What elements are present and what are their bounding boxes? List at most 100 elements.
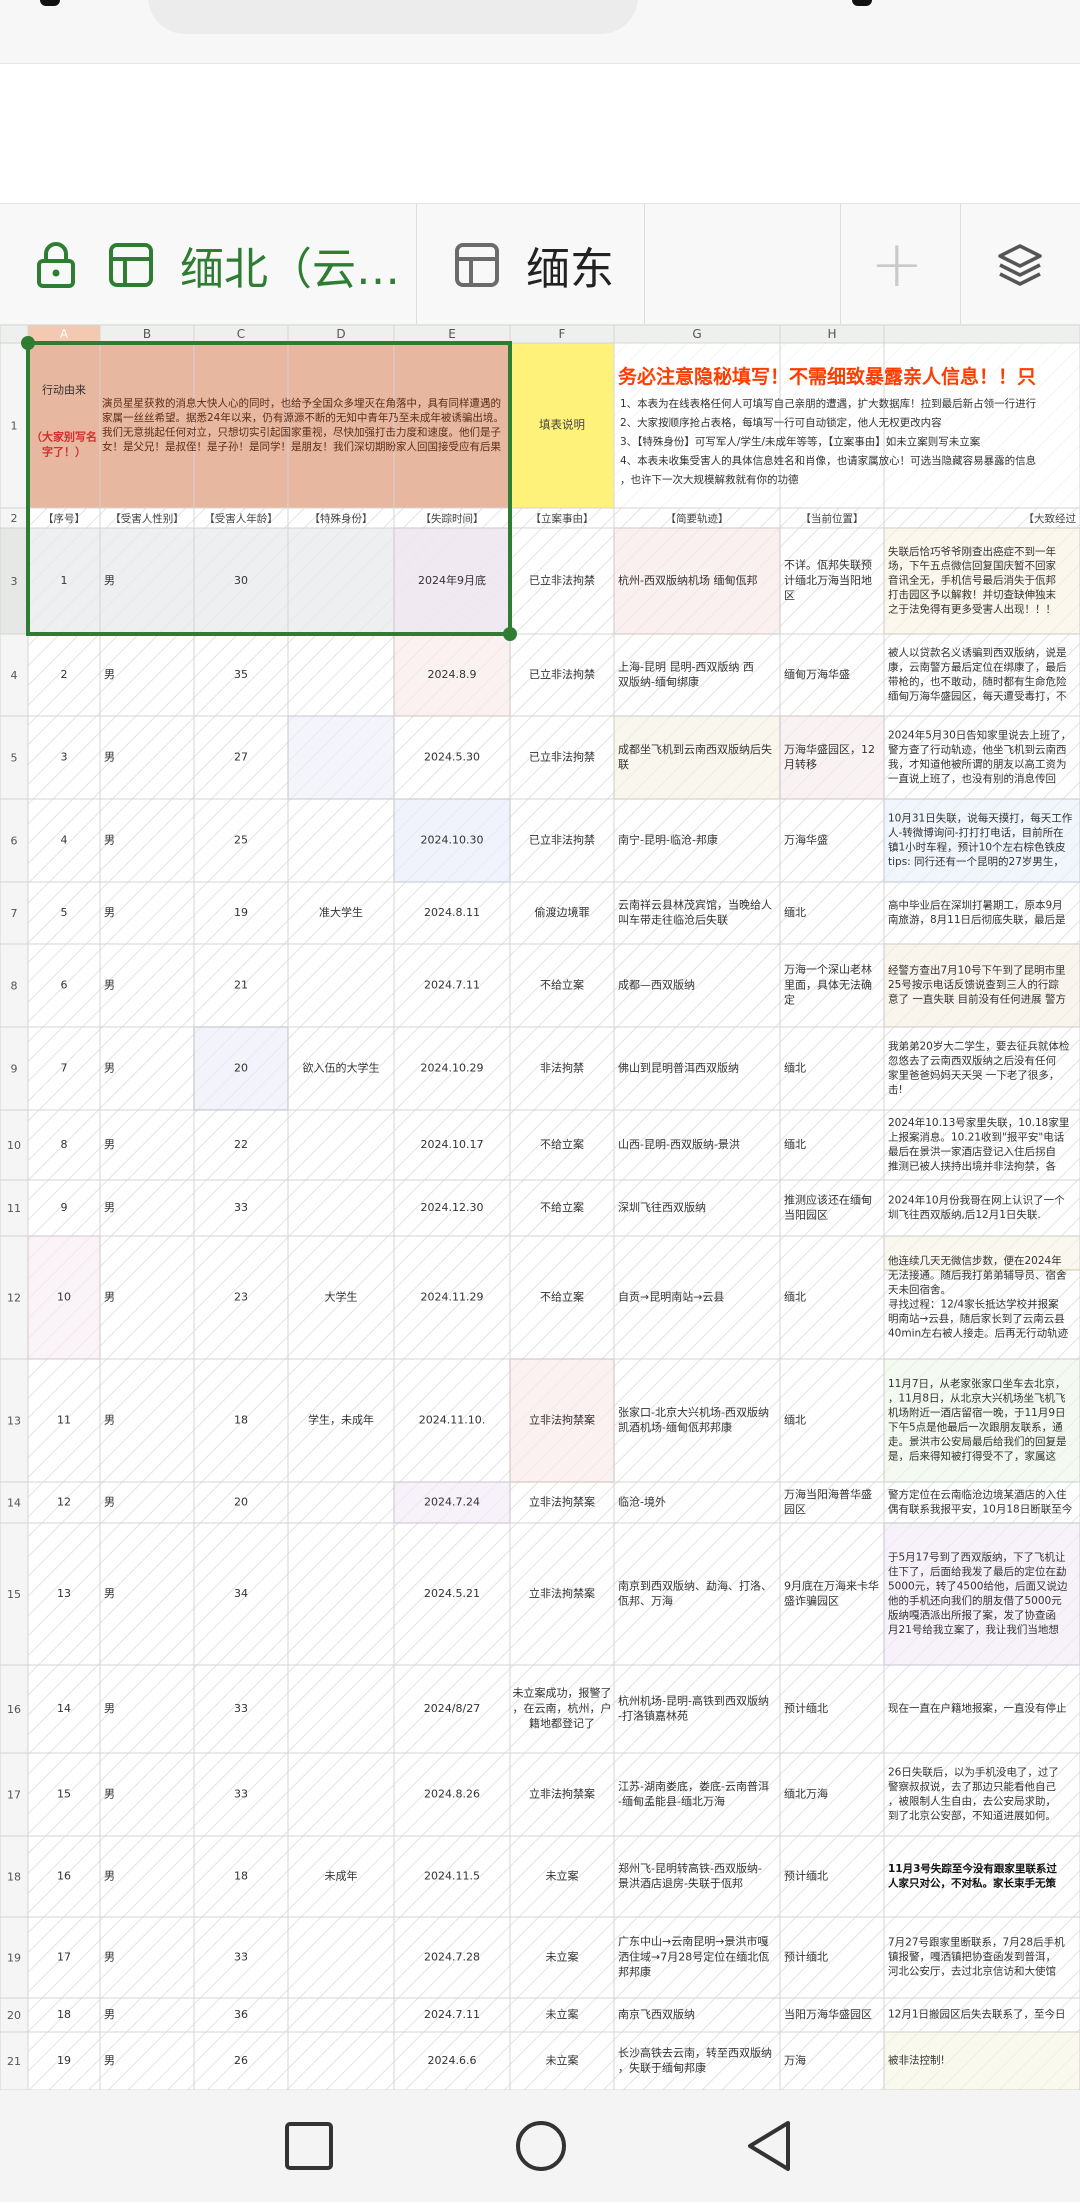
cell-sex: 男 (104, 750, 115, 763)
cell-sex: 男 (104, 1201, 115, 1214)
cell-location: 盛诈骗园区 (784, 1593, 839, 1607)
cell-missing-time: 2024年9月底 (418, 573, 486, 587)
cell-details: 场，下午五点微信回复国庆暂不回家 (888, 559, 1056, 572)
cell-location: 里面，具体无法确 (784, 977, 872, 991)
cell-serial: 11 (57, 1413, 71, 1426)
cell-age: 35 (234, 668, 248, 681)
row-number: 2 (11, 512, 18, 525)
cell-track: 叫车带走往临沧后失联 (618, 912, 728, 926)
instruction-line: ，也许下一次大规模解救就有你的功德 (620, 473, 799, 486)
cell-sex: 男 (104, 1061, 115, 1074)
cell-location: 不详。佤邦失联预 (784, 558, 872, 572)
layers-button[interactable] (996, 204, 1044, 326)
cell-sex: 男 (104, 2054, 115, 2067)
cell-missing-time: 2024.5.30 (424, 750, 480, 763)
column-header-letter: H (827, 327, 836, 341)
cell-case-status: 籍地都登记了 (529, 1716, 595, 1730)
cell-track: 南宁-昆明-临沧-邦康 (618, 832, 718, 846)
cell-location: 定 (784, 993, 795, 1007)
cell-details: 他连续几天无微信步数，便在2024年 (888, 1254, 1062, 1267)
cell-missing-time: 2024.8.26 (424, 1787, 480, 1800)
cell-serial: 4 (61, 833, 68, 846)
cell-track: 长沙高铁去云南，转至西双版纳 (618, 2045, 772, 2059)
selection-handle-top[interactable] (21, 336, 35, 350)
grid-icon (455, 243, 499, 287)
cell-serial: 8 (61, 1138, 68, 1151)
cell-location: 缅北 (784, 905, 806, 919)
cell-details: 打击园区予以解救！并切查缺伸独末 (888, 588, 1056, 601)
cell-track: 张家口-北京大兴机场-西双版纳 (618, 1405, 769, 1419)
cell-sex: 男 (104, 1290, 115, 1303)
cell-details: 无法接通。随后我打弟弟辅导员、宿舍 (888, 1268, 1067, 1281)
cell-details: 失联后恰巧爷爷刚查出癌症不到一年 (888, 545, 1056, 558)
cell-missing-time: 2024.7.11 (424, 2008, 480, 2021)
row-number: 1 (11, 420, 18, 433)
cell-details: 5000元，转了4500给他，后面又说边 (888, 1579, 1068, 1592)
spreadsheet-grid[interactable]: A B C D E F G H 1 2 3 4 5 6 7 8 9 10 11 12 13 14 15 16 17 18 19 20 2… (0, 325, 1080, 2090)
recent-apps-button[interactable] (285, 2122, 333, 2170)
cell-track: ，失联于缅甸邦康 (618, 2060, 706, 2074)
lock-icon (37, 242, 75, 288)
cell-details: 我，才知道他被所谓的朋友以高工资为 (888, 757, 1067, 770)
cell-track: 佛山到昆明普洱西双版纳 (618, 1060, 739, 1074)
cell-details: 南旅游，8月11日后彻底失联，最后是 (888, 913, 1066, 926)
cell-sex: 男 (104, 1587, 115, 1600)
cell-details: 警方查了行动轨迹，他坐飞机到云南西 (888, 743, 1067, 756)
cell-track: 洒住域→7月28号定位在缅北佤 (618, 1949, 769, 1963)
cell-location: 缅甸万海华盛 (784, 667, 850, 681)
highlighted-cell[interactable] (613, 715, 781, 800)
header-note-sublabel: （大家别写名 (31, 429, 97, 443)
cell-location: 缅北 (784, 1060, 806, 1074)
instruction-line: 2、大家按顺序抢占表格，每填写一行可自动锁定，他人无权更改内容 (620, 416, 942, 429)
header-note-text: 我们无意挑起任何对立，只想切实引起国家重视，尽快加强打击力度和速度。他们是子 (102, 425, 501, 438)
cell-age: 19 (234, 906, 248, 919)
cell-age: 26 (234, 2054, 248, 2067)
cell-track: 杭州机场-昆明-高铁到西双版纳 (618, 1693, 769, 1707)
cell-age: 18 (234, 1413, 248, 1426)
cell-details: 于5月17号到了西双版纳，下了飞机让 (888, 1551, 1066, 1564)
add-sheet-button[interactable]: + (870, 204, 924, 326)
cell-track: 广东中山→云南昆明→景洪市嘎 (618, 1934, 768, 1948)
search-pill[interactable] (148, 0, 638, 34)
column-title: 【当前位置】 (801, 512, 864, 525)
cell-location: 预计缅北 (784, 1949, 828, 1963)
highlighted-cell[interactable] (287, 715, 395, 800)
cell-details: ，被限制人生自由，去公安局求助， (888, 1794, 1056, 1807)
cell-sex: 男 (104, 978, 115, 991)
header-note-text: 家属一丝丝希望。据悉24年以来，仍有源源不断的无知中青年乃至未成年被诱骗出境。 (102, 411, 504, 424)
row-number: 9 (11, 1063, 18, 1076)
cell-track: 联 (618, 758, 629, 771)
cell-missing-time: 2024.7.24 (424, 1495, 480, 1508)
cell-serial: 19 (57, 2054, 71, 2067)
row-number: 17 (7, 1789, 21, 1802)
cell-details: 人家只对公，不对私。家长束手无策 (888, 1876, 1056, 1889)
cell-sex: 男 (104, 1869, 115, 1882)
spreadsheet-canvas[interactable]: A B C D E F G H12345678910111213141516171819202… (0, 325, 1080, 2090)
cell-sex: 男 (104, 906, 115, 919)
cell-case-status: 已立非法拘禁 (529, 749, 595, 763)
cell-case-status: 已立非法拘禁 (529, 832, 595, 846)
cell-details: 下午5点是他最后一次跟朋友联系，通 (888, 1420, 1063, 1433)
cell-details: 现在一直在户籍地报案，一直没有停止 (888, 1702, 1067, 1715)
cell-serial: 18 (57, 2008, 71, 2021)
column-title: 【立案事由】 (531, 512, 594, 525)
cell-identity: 未成年 (325, 1868, 358, 1882)
tab-sheet-1[interactable]: 缅北（云… (34, 204, 400, 326)
cell-details: 缅甸万海华盛园区，每天遭受毒打，不 (888, 689, 1067, 702)
cell-missing-time: 2024.12.30 (421, 1201, 484, 1214)
cell-location: 万海华盛园区，12 (784, 742, 875, 756)
selection-handle-bottom[interactable] (503, 627, 517, 641)
cell-track: 上海-昆明 昆明-西双版纳 西 (618, 659, 754, 673)
cell-details: 之于法免得有更多受害人出现！！！ (888, 603, 1056, 616)
top-bar (0, 0, 1080, 64)
row-number: 13 (7, 1415, 21, 1428)
row-number: 3 (11, 575, 18, 588)
cell-location: 区 (784, 589, 795, 602)
tab-label: 缅东 (526, 244, 614, 295)
cell-case-status: 立非法拘禁案 (529, 1494, 595, 1508)
cell-case-status: 已立非法拘禁 (529, 573, 595, 587)
cell-serial: 16 (57, 1869, 71, 1882)
home-button[interactable] (516, 2121, 566, 2171)
tab-sheet-2[interactable]: 缅东 (454, 204, 614, 326)
cell-age: 20 (234, 1061, 248, 1074)
